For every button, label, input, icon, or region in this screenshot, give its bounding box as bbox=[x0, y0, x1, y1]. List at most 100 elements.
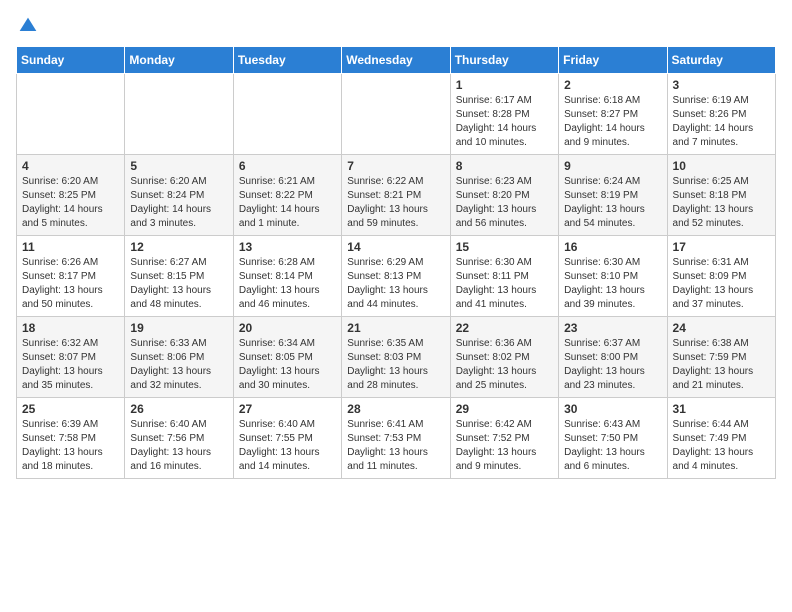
day-number: 14 bbox=[347, 240, 444, 254]
calendar-cell bbox=[342, 74, 450, 155]
weekday-header-tuesday: Tuesday bbox=[233, 47, 341, 74]
weekday-header-monday: Monday bbox=[125, 47, 233, 74]
day-info: Sunrise: 6:44 AMSunset: 7:49 PMDaylight:… bbox=[673, 418, 770, 474]
calendar-cell: 12 Sunrise: 6:27 AMSunset: 8:15 PMDayligh… bbox=[125, 236, 233, 317]
calendar-cell bbox=[17, 74, 125, 155]
calendar-cell: 15 Sunrise: 6:30 AMSunset: 8:11 PMDayligh… bbox=[450, 236, 558, 317]
day-number: 19 bbox=[130, 321, 227, 335]
calendar-cell: 17Sunrise: 6:31 AMSunset: 8:09 PMDayligh… bbox=[667, 236, 775, 317]
day-number: 27 bbox=[239, 402, 336, 416]
day-info: Sunrise: 6:38 AMSunset: 7:59 PMDaylight:… bbox=[673, 337, 770, 393]
page-header bbox=[16, 16, 776, 36]
calendar-cell: 22 Sunrise: 6:36 AMSunset: 8:02 PMDayligh… bbox=[450, 317, 558, 398]
day-number: 4 bbox=[22, 159, 119, 173]
day-info: Sunrise: 6:31 AMSunset: 8:09 PMDaylight:… bbox=[673, 256, 770, 312]
day-info: Sunrise: 6:24 AMSunset: 8:19 PMDaylight:… bbox=[564, 175, 661, 231]
calendar-week-row: 1 Sunrise: 6:17 AMSunset: 8:28 PMDaylight… bbox=[17, 74, 776, 155]
calendar-week-row: 18 Sunrise: 6:32 AMSunset: 8:07 PMDayligh… bbox=[17, 317, 776, 398]
calendar-cell: 11 Sunrise: 6:26 AMSunset: 8:17 PMDayligh… bbox=[17, 236, 125, 317]
calendar-cell: 3Sunrise: 6:19 AMSunset: 8:26 PMDaylight… bbox=[667, 74, 775, 155]
day-number: 15 bbox=[456, 240, 553, 254]
weekday-header-thursday: Thursday bbox=[450, 47, 558, 74]
day-info: Sunrise: 6:26 AMSunset: 8:17 PMDaylight:… bbox=[22, 256, 119, 312]
day-number: 7 bbox=[347, 159, 444, 173]
day-info: Sunrise: 6:40 AMSunset: 7:56 PMDaylight:… bbox=[130, 418, 227, 474]
day-info: Sunrise: 6:36 AMSunset: 8:02 PMDaylight:… bbox=[456, 337, 553, 393]
calendar-cell: 24 Sunrise: 6:38 AMSunset: 7:59 PMDayligh… bbox=[667, 317, 775, 398]
day-info: Sunrise: 6:42 AMSunset: 7:52 PMDaylight:… bbox=[456, 418, 553, 474]
day-number: 29 bbox=[456, 402, 553, 416]
day-info: Sunrise: 6:41 AMSunset: 7:53 PMDaylight:… bbox=[347, 418, 444, 474]
day-info: Sunrise: 6:20 AMSunset: 8:25 PMDaylight:… bbox=[22, 175, 119, 231]
day-number: 6 bbox=[239, 159, 336, 173]
day-info: Sunrise: 6:32 AMSunset: 8:07 PMDaylight:… bbox=[22, 337, 119, 393]
day-number: 21 bbox=[347, 321, 444, 335]
calendar-cell: 26 Sunrise: 6:40 AMSunset: 7:56 PMDayligh… bbox=[125, 398, 233, 479]
day-info: Sunrise: 6:21 AMSunset: 8:22 PMDaylight:… bbox=[239, 175, 336, 231]
calendar-cell: 13Sunrise: 6:28 AMSunset: 8:14 PMDayligh… bbox=[233, 236, 341, 317]
weekday-header-wednesday: Wednesday bbox=[342, 47, 450, 74]
day-number: 5 bbox=[130, 159, 227, 173]
calendar-cell: 30Sunrise: 6:43 AMSunset: 7:50 PMDayligh… bbox=[559, 398, 667, 479]
day-info: Sunrise: 6:39 AMSunset: 7:58 PMDaylight:… bbox=[22, 418, 119, 474]
day-info: Sunrise: 6:22 AMSunset: 8:21 PMDaylight:… bbox=[347, 175, 444, 231]
day-number: 26 bbox=[130, 402, 227, 416]
day-number: 10 bbox=[673, 159, 770, 173]
calendar-cell: 20 Sunrise: 6:34 AMSunset: 8:05 PMDayligh… bbox=[233, 317, 341, 398]
calendar-cell: 7 Sunrise: 6:22 AMSunset: 8:21 PMDaylight… bbox=[342, 155, 450, 236]
calendar-cell bbox=[233, 74, 341, 155]
day-number: 1 bbox=[456, 78, 553, 92]
day-info: Sunrise: 6:35 AMSunset: 8:03 PMDaylight:… bbox=[347, 337, 444, 393]
day-number: 11 bbox=[22, 240, 119, 254]
day-number: 20 bbox=[239, 321, 336, 335]
calendar-week-row: 25Sunrise: 6:39 AMSunset: 7:58 PMDayligh… bbox=[17, 398, 776, 479]
calendar-cell: 27 Sunrise: 6:40 AMSunset: 7:55 PMDayligh… bbox=[233, 398, 341, 479]
day-info: Sunrise: 6:33 AMSunset: 8:06 PMDaylight:… bbox=[130, 337, 227, 393]
day-info: Sunrise: 6:20 AMSunset: 8:24 PMDaylight:… bbox=[130, 175, 227, 231]
day-info: Sunrise: 6:28 AMSunset: 8:14 PMDaylight:… bbox=[239, 256, 336, 312]
calendar-cell: 8Sunrise: 6:23 AMSunset: 8:20 PMDaylight… bbox=[450, 155, 558, 236]
day-number: 28 bbox=[347, 402, 444, 416]
calendar-cell: 19 Sunrise: 6:33 AMSunset: 8:06 PMDayligh… bbox=[125, 317, 233, 398]
calendar-cell: 1 Sunrise: 6:17 AMSunset: 8:28 PMDaylight… bbox=[450, 74, 558, 155]
calendar-cell: 6 Sunrise: 6:21 AMSunset: 8:22 PMDaylight… bbox=[233, 155, 341, 236]
calendar-cell: 14 Sunrise: 6:29 AMSunset: 8:13 PMDayligh… bbox=[342, 236, 450, 317]
calendar-week-row: 4 Sunrise: 6:20 AMSunset: 8:25 PMDaylight… bbox=[17, 155, 776, 236]
day-number: 24 bbox=[673, 321, 770, 335]
day-info: Sunrise: 6:30 AMSunset: 8:11 PMDaylight:… bbox=[456, 256, 553, 312]
day-info: Sunrise: 6:17 AMSunset: 8:28 PMDaylight:… bbox=[456, 94, 553, 150]
day-info: Sunrise: 6:40 AMSunset: 7:55 PMDaylight:… bbox=[239, 418, 336, 474]
weekday-header-saturday: Saturday bbox=[667, 47, 775, 74]
calendar-cell bbox=[125, 74, 233, 155]
day-info: Sunrise: 6:25 AMSunset: 8:18 PMDaylight:… bbox=[673, 175, 770, 231]
day-number: 23 bbox=[564, 321, 661, 335]
day-number: 16 bbox=[564, 240, 661, 254]
calendar-cell: 2 Sunrise: 6:18 AMSunset: 8:27 PMDaylight… bbox=[559, 74, 667, 155]
day-number: 22 bbox=[456, 321, 553, 335]
calendar-header-row: SundayMondayTuesdayWednesdayThursdayFrid… bbox=[17, 47, 776, 74]
day-info: Sunrise: 6:27 AMSunset: 8:15 PMDaylight:… bbox=[130, 256, 227, 312]
day-number: 12 bbox=[130, 240, 227, 254]
calendar-cell: 16 Sunrise: 6:30 AMSunset: 8:10 PMDayligh… bbox=[559, 236, 667, 317]
day-info: Sunrise: 6:18 AMSunset: 8:27 PMDaylight:… bbox=[564, 94, 661, 150]
day-info: Sunrise: 6:43 AMSunset: 7:50 PMDaylight:… bbox=[564, 418, 661, 474]
weekday-header-friday: Friday bbox=[559, 47, 667, 74]
day-info: Sunrise: 6:37 AMSunset: 8:00 PMDaylight:… bbox=[564, 337, 661, 393]
day-info: Sunrise: 6:23 AMSunset: 8:20 PMDaylight:… bbox=[456, 175, 553, 231]
calendar-cell: 10 Sunrise: 6:25 AMSunset: 8:18 PMDayligh… bbox=[667, 155, 775, 236]
day-info: Sunrise: 6:30 AMSunset: 8:10 PMDaylight:… bbox=[564, 256, 661, 312]
calendar-cell: 31Sunrise: 6:44 AMSunset: 7:49 PMDayligh… bbox=[667, 398, 775, 479]
calendar-week-row: 11 Sunrise: 6:26 AMSunset: 8:17 PMDayligh… bbox=[17, 236, 776, 317]
calendar-cell: 23 Sunrise: 6:37 AMSunset: 8:00 PMDayligh… bbox=[559, 317, 667, 398]
calendar-table: SundayMondayTuesdayWednesdayThursdayFrid… bbox=[16, 46, 776, 479]
day-number: 18 bbox=[22, 321, 119, 335]
weekday-header-sunday: Sunday bbox=[17, 47, 125, 74]
calendar-cell: 28 Sunrise: 6:41 AMSunset: 7:53 PMDayligh… bbox=[342, 398, 450, 479]
day-info: Sunrise: 6:34 AMSunset: 8:05 PMDaylight:… bbox=[239, 337, 336, 393]
day-info: Sunrise: 6:29 AMSunset: 8:13 PMDaylight:… bbox=[347, 256, 444, 312]
calendar-cell: 18 Sunrise: 6:32 AMSunset: 8:07 PMDayligh… bbox=[17, 317, 125, 398]
calendar-cell: 21 Sunrise: 6:35 AMSunset: 8:03 PMDayligh… bbox=[342, 317, 450, 398]
logo bbox=[16, 16, 38, 36]
day-number: 9 bbox=[564, 159, 661, 173]
day-number: 2 bbox=[564, 78, 661, 92]
